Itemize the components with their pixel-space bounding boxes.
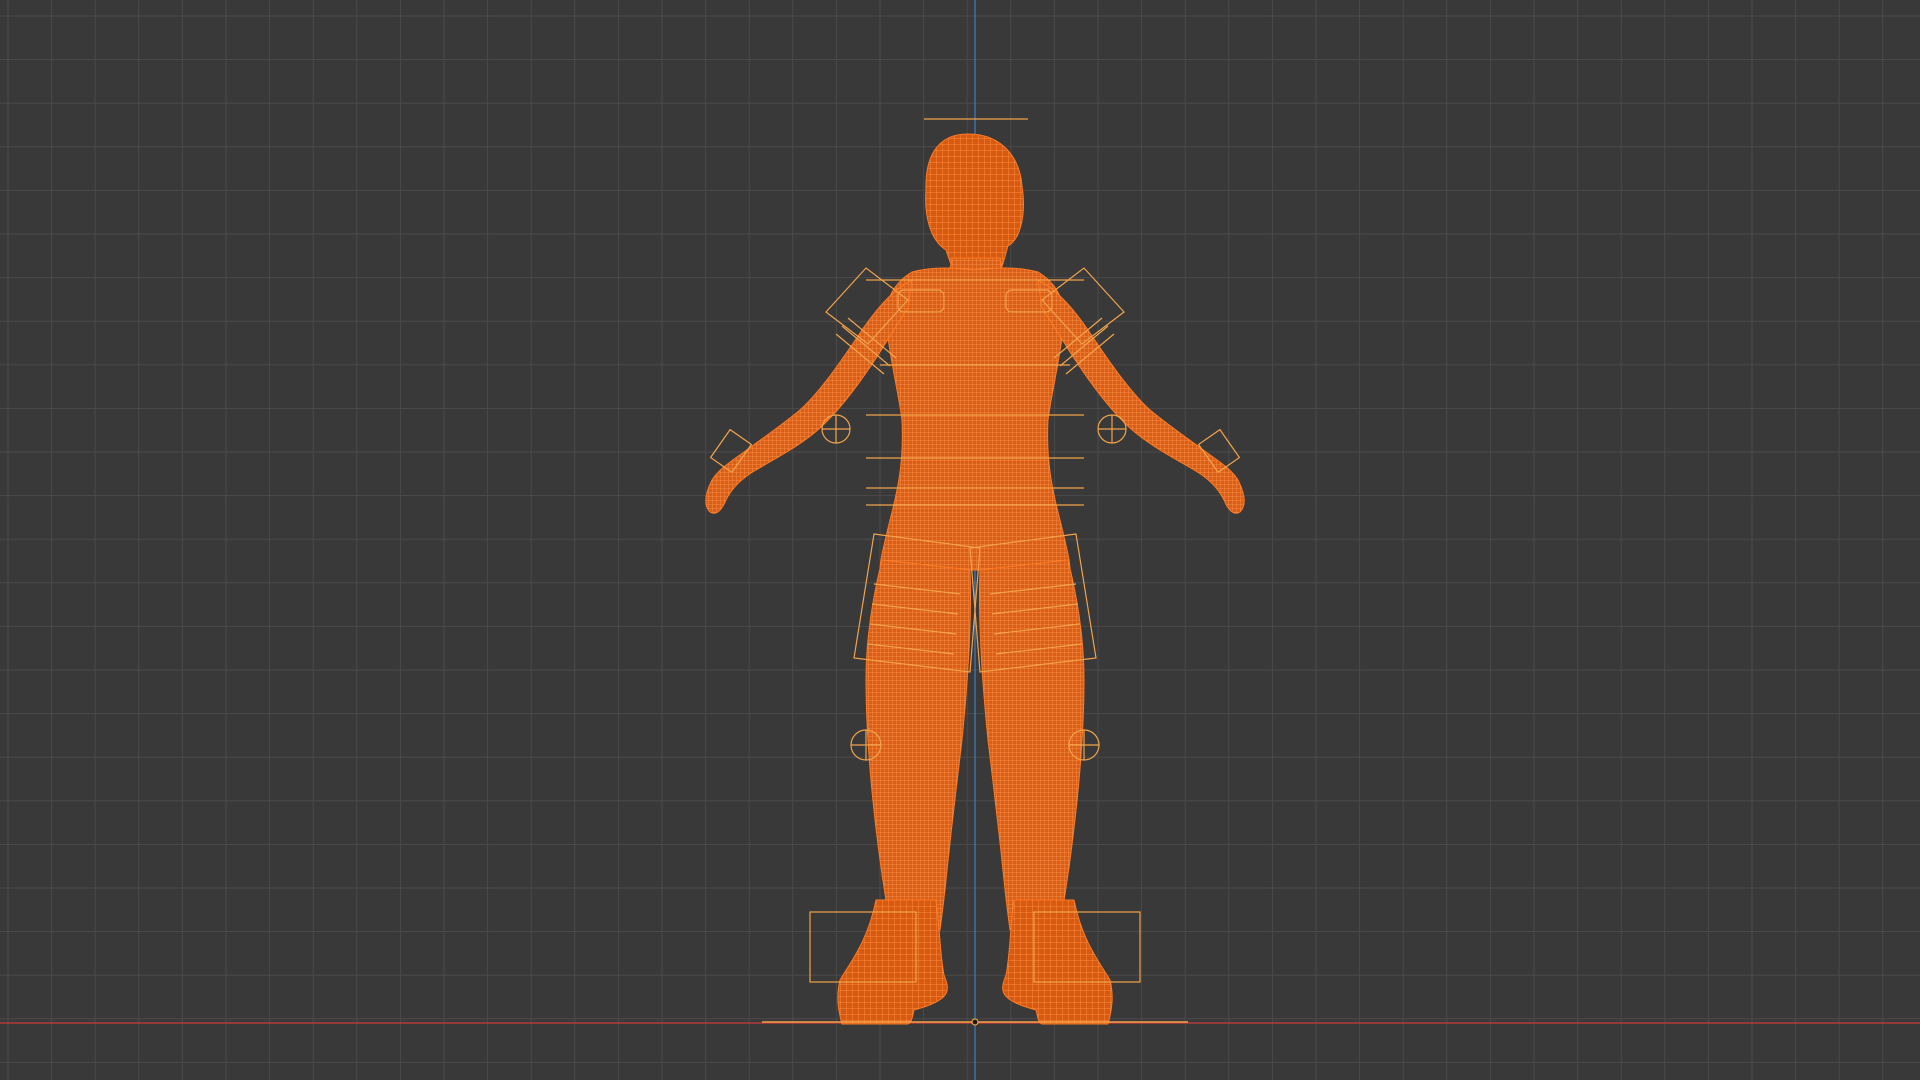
viewport-canvas[interactable] (0, 0, 1920, 1080)
right-leg-mesh[interactable] (978, 559, 1085, 931)
head-mesh[interactable] (925, 133, 1024, 273)
left-elbow-pole-target[interactable] (821, 414, 851, 444)
3d-viewport[interactable] (0, 0, 1920, 1080)
origin-point[interactable] (971, 1018, 979, 1026)
right-elbow-pole-target[interactable] (1097, 414, 1127, 444)
left-leg-mesh[interactable] (865, 559, 972, 931)
left-boot-mesh[interactable] (837, 899, 948, 1025)
right-boot-mesh[interactable] (1002, 899, 1113, 1025)
left-arm-mesh[interactable] (705, 279, 913, 514)
right-knee-pole-target[interactable] (1068, 729, 1100, 761)
left-knee-pole-target[interactable] (850, 729, 882, 761)
torso-mesh[interactable] (879, 267, 1071, 571)
